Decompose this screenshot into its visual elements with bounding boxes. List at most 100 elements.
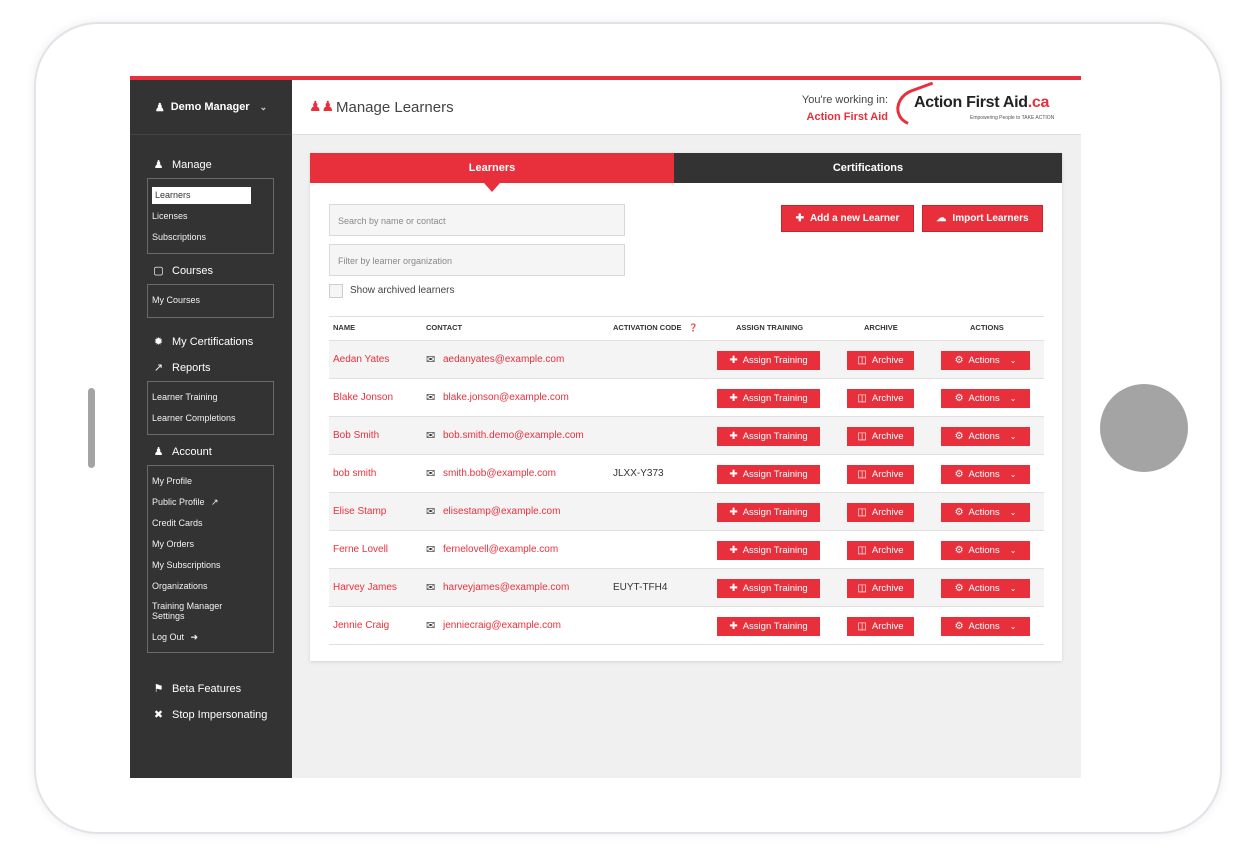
- sidebar-item-learner-training[interactable]: Learner Training: [152, 392, 218, 402]
- assign-training-button[interactable]: ✚ Assign Training: [717, 541, 820, 560]
- search-input[interactable]: Search by name or contact: [329, 204, 625, 236]
- sidebar-item-organizations[interactable]: Organizations: [152, 581, 208, 591]
- actions-dropdown-button[interactable]: ⚙ Actions ⌄: [941, 427, 1030, 446]
- user-menu[interactable]: ♟ Demo Manager ⌄: [130, 80, 292, 135]
- assign-training-button[interactable]: ✚ Assign Training: [717, 579, 820, 598]
- sidebar-item-my-orders[interactable]: My Orders: [152, 539, 194, 549]
- sidebar-item-training-manager-settings[interactable]: Training Manager Settings: [152, 601, 242, 621]
- sidebar-section-label: Courses: [172, 264, 213, 277]
- table-bottom-border: [329, 644, 1044, 645]
- actions-dropdown-button[interactable]: ⚙ Actions ⌄: [941, 579, 1030, 598]
- assign-training-button[interactable]: ✚ Assign Training: [717, 617, 820, 636]
- actions-dropdown-button[interactable]: ⚙ Actions ⌄: [941, 351, 1030, 370]
- sidebar-item-my-profile[interactable]: My Profile: [152, 476, 192, 486]
- archive-button[interactable]: ◫ Archive: [847, 427, 914, 446]
- learner-name[interactable]: Jennie Craig: [333, 620, 389, 631]
- import-learners-button[interactable]: ☁ Import Learners: [922, 205, 1043, 232]
- learner-email[interactable]: bob.smith.demo@example.com: [443, 430, 584, 441]
- button-label: Actions: [968, 469, 1000, 480]
- sidebar-item-credit-cards[interactable]: Credit Cards: [152, 518, 203, 528]
- app-screen: ♟ Demo Manager ⌄ ♟ Manage Learners Licen…: [130, 76, 1081, 778]
- learner-email[interactable]: aedanyates@example.com: [443, 354, 564, 365]
- archive-button[interactable]: ◫ Archive: [847, 465, 914, 484]
- assign-training-button[interactable]: ✚ Assign Training: [717, 503, 820, 522]
- envelope-icon: ✉: [426, 392, 436, 404]
- help-icon[interactable]: ❓: [689, 323, 698, 332]
- button-label: Archive: [871, 545, 904, 556]
- sidebar-section-label: My Certifications: [172, 335, 254, 348]
- learner-email[interactable]: smith.bob@example.com: [443, 468, 556, 479]
- assign-training-button[interactable]: ✚ Assign Training: [717, 465, 820, 484]
- add-learner-button[interactable]: ✚ Add a new Learner: [781, 205, 914, 232]
- learner-email[interactable]: fernelovell@example.com: [443, 544, 558, 555]
- learner-email[interactable]: jenniecraig@example.com: [443, 620, 561, 631]
- flag-icon: ⚑: [153, 683, 164, 695]
- sidebar-section-reports[interactable]: ↗ Reports: [152, 361, 211, 375]
- chart-icon: ↗: [153, 362, 164, 374]
- sidebar-item-my-subscriptions[interactable]: My Subscriptions: [152, 560, 221, 570]
- learner-name[interactable]: Aedan Yates: [333, 354, 389, 365]
- sidebar-item-log-out[interactable]: Log Out ➜: [152, 632, 198, 643]
- archive-button[interactable]: ◫ Archive: [847, 389, 914, 408]
- users-icon: ♟♟: [309, 98, 335, 114]
- learner-email[interactable]: blake.jonson@example.com: [443, 392, 569, 403]
- learner-name[interactable]: Bob Smith: [333, 430, 379, 441]
- learner-email[interactable]: elisestamp@example.com: [443, 506, 560, 517]
- sidebar-item-label: Log Out: [152, 632, 185, 642]
- sidebar-section-courses[interactable]: ▢ Courses: [152, 264, 213, 278]
- archive-button[interactable]: ◫ Archive: [847, 579, 914, 598]
- button-label: Assign Training: [742, 507, 808, 518]
- sidebar-item-learners[interactable]: Learners: [152, 187, 251, 204]
- actions-dropdown-button[interactable]: ⚙ Actions ⌄: [941, 503, 1030, 522]
- assign-training-button[interactable]: ✚ Assign Training: [717, 427, 820, 446]
- column-header-contact: CONTACT: [426, 323, 463, 332]
- sidebar-item-learner-completions[interactable]: Learner Completions: [152, 413, 236, 423]
- learner-name[interactable]: Elise Stamp: [333, 506, 386, 517]
- learner-name[interactable]: Blake Jonson: [333, 392, 393, 403]
- sidebar-item-subscriptions[interactable]: Subscriptions: [152, 232, 206, 242]
- reports-submenu: [147, 381, 274, 435]
- archive-button[interactable]: ◫ Archive: [847, 617, 914, 636]
- learner-name[interactable]: Ferne Lovell: [333, 544, 388, 555]
- button-label: Archive: [871, 431, 904, 442]
- sidebar-section-account[interactable]: ♟ Account: [152, 445, 212, 459]
- actions-dropdown-button[interactable]: ⚙ Actions ⌄: [941, 617, 1030, 636]
- envelope-icon: ✉: [426, 620, 436, 632]
- actions-dropdown-button[interactable]: ⚙ Actions ⌄: [941, 465, 1030, 484]
- show-archived-checkbox[interactable]: [329, 284, 343, 298]
- organization-name[interactable]: Action First Aid: [784, 109, 888, 126]
- users-icon: ♟: [153, 159, 164, 171]
- assign-training-button[interactable]: ✚ Assign Training: [717, 389, 820, 408]
- archive-button[interactable]: ◫ Archive: [847, 541, 914, 560]
- sidebar-item-licenses[interactable]: Licenses: [152, 211, 188, 221]
- column-header-archive: ARCHIVE: [864, 323, 898, 332]
- sidebar-section-manage[interactable]: ♟ Manage: [152, 158, 212, 172]
- tablet-side-slot: [88, 388, 95, 468]
- tablet-home-button: [1100, 384, 1188, 472]
- learner-name[interactable]: Harvey James: [333, 582, 397, 593]
- plus-icon: ✚: [729, 545, 738, 556]
- gear-icon: ⚙: [954, 355, 964, 366]
- gear-icon: ⚙: [954, 431, 964, 442]
- sidebar-item-label: Public Profile: [152, 497, 205, 507]
- tab-certifications[interactable]: Certifications: [674, 153, 1062, 183]
- actions-dropdown-button[interactable]: ⚙ Actions ⌄: [941, 389, 1030, 408]
- learner-email[interactable]: harveyjames@example.com: [443, 582, 569, 593]
- sidebar-item-beta-features[interactable]: ⚑ Beta Features: [152, 682, 242, 696]
- table-top-border: [329, 316, 1044, 317]
- archive-button[interactable]: ◫ Archive: [847, 351, 914, 370]
- archive-button[interactable]: ◫ Archive: [847, 503, 914, 522]
- sidebar-section-label: Manage: [172, 158, 212, 171]
- assign-training-button[interactable]: ✚ Assign Training: [717, 351, 820, 370]
- plus-icon: ✚: [729, 583, 738, 594]
- sidebar-item-stop-impersonating[interactable]: ✖ Stop Impersonating: [152, 708, 268, 722]
- sidebar-item-my-courses[interactable]: My Courses: [152, 295, 200, 305]
- sidebar-item-my-certifications[interactable]: ✹ My Certifications: [152, 335, 254, 349]
- tab-learners[interactable]: Learners: [310, 153, 674, 192]
- button-label: Assign Training: [742, 431, 808, 442]
- learner-name[interactable]: bob smith: [333, 468, 376, 479]
- sidebar-item-public-profile[interactable]: Public Profile ↗: [152, 497, 219, 508]
- chevron-down-icon: ⌄: [1009, 394, 1017, 403]
- organization-filter-input[interactable]: Filter by learner organization: [329, 244, 625, 276]
- actions-dropdown-button[interactable]: ⚙ Actions ⌄: [941, 541, 1030, 560]
